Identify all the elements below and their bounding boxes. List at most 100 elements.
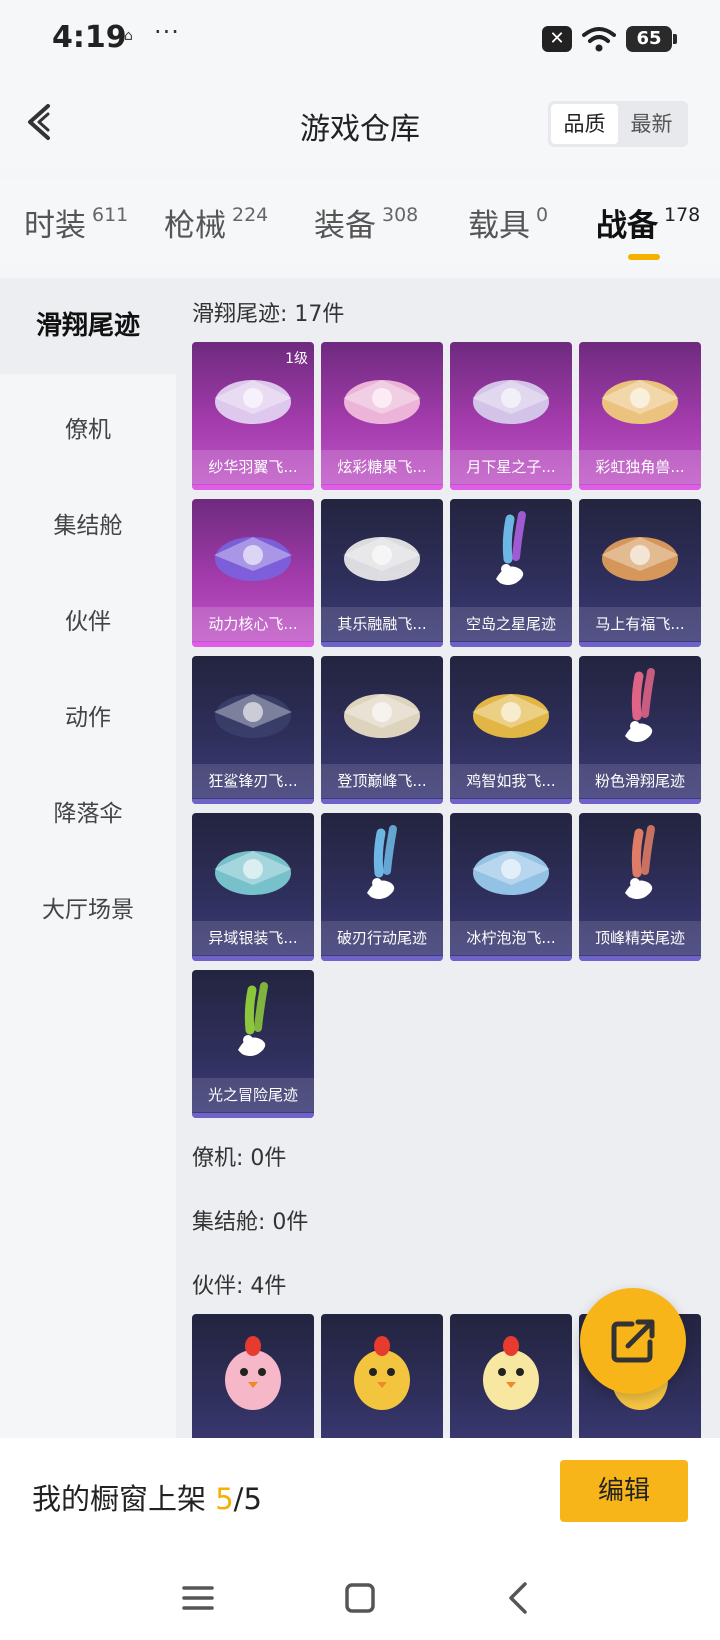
- tab-count: 308: [382, 204, 419, 226]
- back-icon[interactable]: [498, 1576, 542, 1620]
- star-plane-icon: [450, 342, 572, 454]
- item-name: 炫彩糖果飞...: [321, 450, 443, 484]
- rarity-bar: [321, 485, 443, 490]
- rarity-bar: [192, 956, 314, 961]
- egg-chick-icon: [450, 1314, 572, 1426]
- notification-icon: ⌂: [124, 28, 133, 44]
- sort-toggle: 品质 最新: [548, 101, 688, 147]
- showcase-current-count: 5: [215, 1482, 234, 1516]
- chicken-glider-icon: [450, 656, 572, 768]
- section-title-partner: 伙伴: 4件: [192, 1274, 287, 1299]
- item-name: 其乐融融飞...: [321, 607, 443, 641]
- core-jet-icon: [192, 499, 314, 611]
- item-name: 破刃行动尾迹: [321, 921, 443, 955]
- tab-count: 224: [232, 204, 269, 226]
- menu-icon[interactable]: [176, 1576, 220, 1620]
- unicorn-glider-icon: [579, 342, 701, 454]
- status-time: 4:19: [52, 20, 127, 55]
- item-grid-panel: 滑翔尾迹: 17件 纱华羽翼飞... 1级 炫彩糖果飞... 月下星之子... …: [176, 278, 720, 1438]
- rarity-bar: [579, 485, 701, 490]
- home-icon[interactable]: [338, 1576, 382, 1620]
- rarity-bar: [450, 485, 572, 490]
- elite-trail-icon: [579, 813, 701, 925]
- section-title-glide-trail: 滑翔尾迹: 17件: [192, 302, 345, 327]
- rarity-bar: [450, 799, 572, 804]
- wifi-icon: [582, 27, 616, 52]
- trail-item-card[interactable]: 异域银装飞...: [192, 813, 314, 961]
- tab-vehicles[interactable]: 载具 0: [468, 200, 548, 245]
- share-icon: [611, 1319, 655, 1363]
- trail-item-card[interactable]: 纱华羽翼飞... 1级: [192, 342, 314, 490]
- sidebar-item-emote[interactable]: 动作: [0, 698, 176, 732]
- signal-off-icon: ✕: [542, 26, 572, 52]
- rainbow-trail-icon: [450, 499, 572, 611]
- tab-label: 枪械: [164, 208, 226, 244]
- category-tabs: 时装 611 枪械 224 装备 308 载具 0 战备 178: [0, 180, 720, 266]
- trail-item-card[interactable]: 马上有福飞...: [579, 499, 701, 647]
- trail-item-card[interactable]: 月下星之子...: [450, 342, 572, 490]
- rarity-bar: [450, 642, 572, 647]
- showcase-text: 我的橱窗上架: [32, 1482, 216, 1516]
- item-level-badge: 1级: [285, 351, 308, 367]
- page-header: 游戏仓库 品质 最新: [0, 80, 720, 170]
- lemon-glider-icon: [450, 813, 572, 925]
- sort-newest-button[interactable]: 最新: [618, 104, 685, 144]
- showcase-label: 我的橱窗上架 5/5: [32, 1476, 262, 1518]
- sidebar-item-lobby-scene[interactable]: 大厅场景: [0, 890, 176, 924]
- tab-firearms[interactable]: 枪械 224: [164, 200, 268, 245]
- partner-item-card[interactable]: [450, 1314, 572, 1438]
- rarity-bar: [579, 799, 701, 804]
- trail-item-card[interactable]: 粉色滑翔尾迹: [579, 656, 701, 804]
- subcategory-sidebar: 滑翔尾迹 僚机 集结舱 伙伴 动作 降落伞 大厅场景: [0, 278, 176, 1438]
- sidebar-item-glide-trail[interactable]: 滑翔尾迹: [0, 278, 176, 374]
- status-bar: 4:19 ⌂ ··· ✕ 65: [0, 0, 720, 80]
- sidebar-item-assembly-pod[interactable]: 集结舱: [0, 506, 176, 540]
- tab-combat-gear[interactable]: 战备 178: [596, 200, 700, 245]
- tab-label: 战备: [596, 208, 658, 244]
- section-title-wingman: 僚机: 0件: [192, 1146, 287, 1171]
- rarity-bar: [192, 642, 314, 647]
- item-name: 粉色滑翔尾迹: [579, 764, 701, 798]
- sort-quality-button[interactable]: 品质: [551, 104, 618, 144]
- item-name: 空岛之星尾迹: [450, 607, 572, 641]
- rarity-bar: [192, 485, 314, 490]
- shark-glider-icon: [192, 656, 314, 768]
- share-button[interactable]: [580, 1288, 686, 1394]
- trail-item-card[interactable]: 狂鲨锋刃飞...: [192, 656, 314, 804]
- tab-equipment[interactable]: 装备 308: [314, 200, 418, 245]
- rarity-bar: [192, 799, 314, 804]
- sidebar-item-wingman[interactable]: 僚机: [0, 410, 176, 444]
- tab-count: 611: [92, 204, 129, 226]
- trail-item-card[interactable]: 冰柠泡泡飞...: [450, 813, 572, 961]
- rarity-bar: [192, 1113, 314, 1118]
- item-name: 动力核心飞...: [192, 607, 314, 641]
- sidebar-item-parachute[interactable]: 降落伞: [0, 794, 176, 828]
- pink-chick-icon: [192, 1314, 314, 1426]
- rarity-bar: [321, 642, 443, 647]
- silver-wing-icon: [192, 813, 314, 925]
- item-name: 登顶巅峰飞...: [321, 764, 443, 798]
- trail-item-card[interactable]: 其乐融融飞...: [321, 499, 443, 647]
- trail-item-card[interactable]: 动力核心飞...: [192, 499, 314, 647]
- rarity-bar: [579, 956, 701, 961]
- trail-item-card[interactable]: 顶峰精英尾迹: [579, 813, 701, 961]
- green-trail-icon: [192, 970, 314, 1082]
- sidebar-item-partner[interactable]: 伙伴: [0, 602, 176, 636]
- partner-item-card[interactable]: [192, 1314, 314, 1438]
- trail-item-card[interactable]: 彩虹独角兽...: [579, 342, 701, 490]
- item-name: 光之冒险尾迹: [192, 1078, 314, 1112]
- trail-item-card[interactable]: 光之冒险尾迹: [192, 970, 314, 1118]
- tab-fashion[interactable]: 时装 611: [24, 200, 128, 245]
- trail-item-card[interactable]: 鸡智如我飞...: [450, 656, 572, 804]
- rarity-bar: [450, 956, 572, 961]
- edit-button[interactable]: 编辑: [560, 1460, 688, 1522]
- rarity-bar: [579, 642, 701, 647]
- trail-item-card[interactable]: 登顶巅峰飞...: [321, 656, 443, 804]
- trail-item-card[interactable]: 空岛之星尾迹: [450, 499, 572, 647]
- tab-label: 载具: [468, 208, 530, 244]
- item-name: 狂鲨锋刃飞...: [192, 764, 314, 798]
- trail-item-card[interactable]: 炫彩糖果飞...: [321, 342, 443, 490]
- system-nav-bar: [0, 1554, 720, 1640]
- trail-item-card[interactable]: 破刃行动尾迹: [321, 813, 443, 961]
- partner-item-card[interactable]: [321, 1314, 443, 1438]
